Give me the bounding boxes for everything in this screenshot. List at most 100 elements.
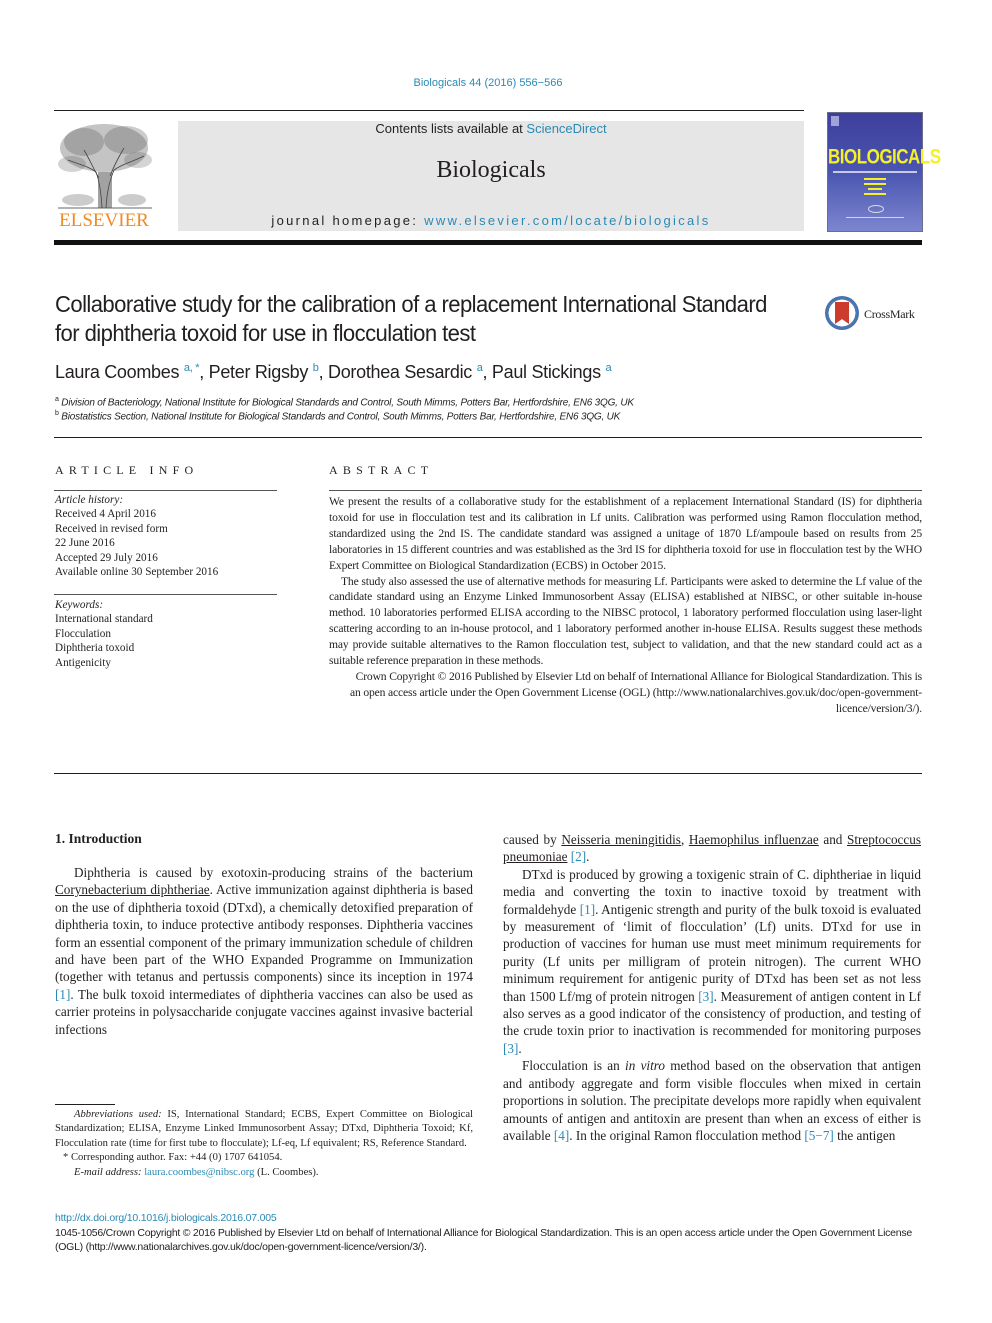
affiliation-text: Biostatistics Section, National Institut…	[61, 411, 621, 423]
elsevier-tree-icon	[58, 124, 152, 209]
keyword: International standard	[55, 613, 153, 626]
body-paragraph: Diphtheria is caused by exotoxin-produci…	[55, 864, 473, 1038]
organism-link[interactable]: Haemophilus influenzae	[689, 832, 819, 847]
journal-homepage-link[interactable]: www.elsevier.com/locate/biologicals	[424, 213, 710, 228]
journal-homepage-line: journal homepage: www.elsevier.com/locat…	[178, 213, 804, 228]
email-link[interactable]: laura.coombes@nibsc.org	[144, 1167, 254, 1178]
text: caused by	[503, 832, 562, 847]
abstract-paragraph: We present the results of a collaborativ…	[329, 495, 922, 572]
author-list: Laura Coombes a, *, Peter Rigsby b, Doro…	[55, 362, 855, 383]
keyword: Flocculation	[55, 627, 111, 640]
text: .	[518, 1040, 522, 1056]
cover-subtitle-line	[833, 171, 917, 173]
text: Flocculation is an	[522, 1058, 626, 1074]
divider	[54, 437, 922, 438]
email-footnote: E-mail address: laura.coombes@nibsc.org …	[55, 1166, 473, 1180]
organism-link[interactable]: Neisseria meningitidis	[561, 832, 681, 847]
author-name[interactable]: Paul Stickings	[492, 362, 601, 382]
cover-publisher-mark	[831, 116, 839, 126]
header-rule-top	[54, 110, 804, 111]
abstract-copyright: Crown Copyright © 2016 Published by Else…	[349, 669, 922, 715]
reference-link[interactable]: [1]	[55, 987, 70, 1002]
divider	[329, 490, 922, 491]
keyword: Diphtheria toxoid	[55, 642, 135, 655]
cover-text-line	[868, 188, 882, 190]
author-name[interactable]: Dorothea Sesardic	[328, 362, 472, 382]
article-info-heading: ARTICLE INFO	[55, 463, 199, 477]
section-heading-introduction: 1. Introduction	[55, 831, 142, 846]
cover-title: BIOLOGICALS	[828, 144, 941, 169]
body-paragraph: Flocculation is an in vitro method based…	[503, 1057, 921, 1144]
separator: ,	[482, 362, 492, 382]
article-history-label: Article history:	[55, 494, 124, 506]
divider	[54, 490, 277, 491]
body-paragraph: caused by Neisseria meningitidis, Haemop…	[503, 831, 921, 866]
text: . Active immunization against diphtheria…	[55, 882, 473, 985]
email-label: E-mail address:	[74, 1166, 142, 1178]
abstract-heading: ABSTRACT	[329, 463, 434, 477]
affiliation-key: a	[55, 396, 59, 403]
crossmark-label: CrossMark	[864, 307, 915, 321]
crossmark-button[interactable]: CrossMark	[825, 296, 925, 336]
text: ,	[680, 832, 689, 847]
cover-emblem-icon	[868, 205, 884, 213]
keywords: Keywords: International standard Floccul…	[55, 598, 277, 670]
author-name[interactable]: Laura Coombes	[55, 362, 179, 382]
affiliation-text: Division of Bacteriology, National Insti…	[61, 397, 634, 409]
cover-footer-line	[846, 217, 904, 218]
elsevier-wordmark: ELSEVIER	[59, 210, 149, 231]
text: .	[586, 849, 590, 865]
article-history: Article history: Received 4 April 2016 R…	[55, 493, 277, 579]
text: . In the original Ramon flocculation met…	[569, 1127, 805, 1143]
reference-link[interactable]: [3]	[503, 1041, 518, 1056]
journal-banner: Contents lists available at ScienceDirec…	[178, 121, 804, 231]
footnote-rule	[55, 1104, 115, 1105]
author-affiliation-marker[interactable]: a, *	[184, 362, 200, 374]
divider	[54, 594, 277, 595]
journal-cover-image[interactable]: BIOLOGICALS	[827, 112, 941, 232]
reference-link[interactable]: [1]	[580, 902, 595, 917]
body-column-right: caused by Neisseria meningitidis, Haemop…	[503, 831, 921, 1144]
author-affiliation-marker[interactable]: a	[605, 362, 611, 374]
footer-copyright: 1045-1056/Crown Copyright © 2016 Publish…	[55, 1227, 912, 1253]
emphasis-text: in vitro	[625, 1058, 665, 1074]
reference-link[interactable]: [5−7]	[804, 1128, 833, 1143]
affiliation-key: b	[55, 410, 59, 417]
divider	[54, 773, 922, 774]
contents-prefix: Contents lists available at	[375, 121, 527, 136]
body-column-left: Diphtheria is caused by exotoxin-produci…	[55, 864, 473, 1038]
reference-link[interactable]: [4]	[554, 1128, 569, 1143]
reference-link[interactable]: [3]	[698, 989, 713, 1004]
sciencedirect-link[interactable]: ScienceDirect	[526, 121, 606, 136]
reference-link[interactable]: [2]	[571, 849, 586, 864]
body-paragraph: DTxd is produced by growing a toxigenic …	[503, 866, 921, 1057]
history-item: Accepted 29 July 2016	[55, 551, 158, 564]
cover-text-line	[864, 193, 886, 195]
contents-available-line: Contents lists available at ScienceDirec…	[178, 121, 804, 136]
separator: ,	[199, 362, 209, 382]
history-item: 22 June 2016	[55, 537, 115, 550]
keyword: Antigenicity	[55, 656, 111, 669]
author-name[interactable]: Peter Rigsby	[209, 362, 309, 382]
history-item: Available online 30 September 2016	[55, 566, 219, 579]
journal-citation-link[interactable]: Biologicals 44 (2016) 556−566	[0, 77, 976, 89]
footnotes: Abbreviations used: IS, International St…	[55, 1108, 473, 1180]
header-rule-bottom	[54, 240, 922, 245]
homepage-prefix: journal homepage:	[271, 213, 425, 228]
text: the antigen	[833, 1127, 896, 1143]
elsevier-logo[interactable]: ELSEVIER	[54, 120, 154, 232]
affiliation: a Division of Bacteriology, National Ins…	[55, 396, 915, 408]
separator: ,	[318, 362, 328, 382]
cover-text-line	[864, 178, 886, 180]
organism-link[interactable]: Corynebacterium diphtheriae	[55, 882, 210, 897]
history-item: Received 4 April 2016	[55, 508, 156, 521]
doi-link[interactable]: http://dx.doi.org/10.1016/j.biologicals.…	[55, 1212, 277, 1224]
text: . The bulk toxoid intermediates of dipht…	[55, 986, 473, 1037]
corresponding-author-footnote: * Corresponding author. Fax: +44 (0) 170…	[63, 1152, 283, 1164]
affiliation: b Biostatistics Section, National Instit…	[55, 410, 915, 422]
text: Diphtheria is caused by exotoxin-produci…	[74, 865, 473, 880]
abbreviations-label: Abbreviations used:	[74, 1109, 162, 1120]
text: and	[818, 832, 847, 847]
cover-text-line	[864, 183, 886, 185]
keywords-label: Keywords:	[55, 599, 104, 611]
